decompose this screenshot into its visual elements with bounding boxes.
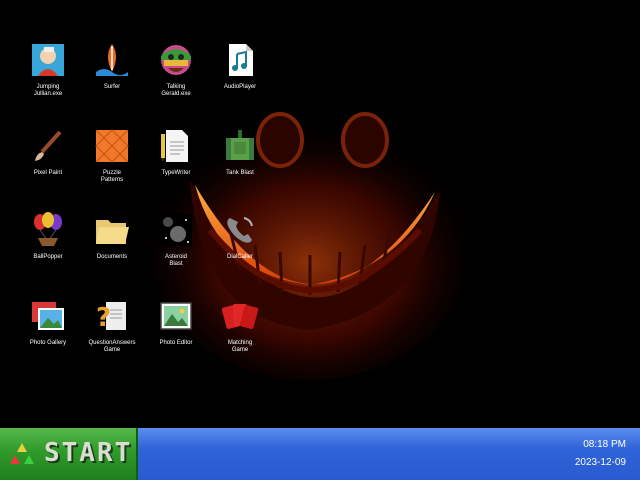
icon-label: QuestionAnswers Game <box>88 340 136 353</box>
start-logo-icon <box>10 443 34 464</box>
audio-player-icon <box>229 44 253 76</box>
icon-label: Puzzle Patterns <box>100 170 124 183</box>
photo-editor-icon <box>160 302 192 330</box>
desktop-icon-photo-gallery[interactable]: Photo Gallery <box>16 298 80 378</box>
photo-gallery-icon <box>32 302 64 330</box>
clock-time: 08:18 PM <box>583 439 626 450</box>
paintbrush-icon <box>35 130 62 161</box>
icon-label: Documents <box>96 254 128 260</box>
desktop-icon-ballpopper[interactable]: BallPopper <box>16 212 80 292</box>
tank-icon <box>226 130 254 160</box>
taskbar: START 08:18 PM 2023-12-09 <box>0 428 640 480</box>
talking-gerald-icon <box>161 45 191 75</box>
desktop-icon-questionanswers-game[interactable]: ? QuestionAnswers Game <box>80 298 144 378</box>
clock-date: 2023-12-09 <box>574 457 626 468</box>
question-game-icon: ? <box>96 302 126 333</box>
puzzle-patterns-icon <box>95 129 129 163</box>
icon-label: Talking Gerald.exe <box>161 84 191 97</box>
folder-icon <box>96 220 129 244</box>
icon-label: Matching Game <box>227 340 253 353</box>
start-button[interactable]: START <box>0 428 138 480</box>
icon-label: Pixel Paint <box>33 170 63 176</box>
icon-label: TypeWriter <box>161 170 191 176</box>
desktop-icon-talking-gerald[interactable]: Talking Gerald.exe <box>144 42 208 122</box>
desktop-icon-tank-blast[interactable]: Tank Blast <box>208 128 272 208</box>
icon-label: DialCaller <box>226 254 253 260</box>
desktop-icon-surfer[interactable]: Surfer <box>80 42 144 122</box>
desktop-icon-audio-player[interactable]: AudioPlayer <box>208 42 272 122</box>
desktop-icon-matching-game[interactable]: Matching Game <box>208 298 272 378</box>
icon-label: Photo Editor <box>159 340 193 346</box>
icon-label: Jumping Jullian.exe <box>33 84 63 97</box>
desktop-icon-photo-editor[interactable]: Photo Editor <box>144 298 208 378</box>
icon-label: Tank Blast <box>226 170 254 176</box>
icon-label: Asteroid Blast <box>164 254 187 267</box>
asteroid-icon <box>160 214 192 246</box>
desktop-icon-dialcaller[interactable]: DialCaller <box>208 212 272 292</box>
desktop: Jumping Jullian.exe Surfer Talking Geral… <box>0 0 640 428</box>
icon-label: Surfer <box>103 84 121 90</box>
surfer-icon <box>96 44 128 76</box>
phone-icon <box>227 217 253 243</box>
desktop-icon-documents[interactable]: Documents <box>80 212 144 292</box>
desktop-icon-pixel-paint[interactable]: Pixel Paint <box>16 128 80 208</box>
icon-label: Photo Gallery <box>29 340 67 346</box>
cards-icon <box>222 304 258 329</box>
system-clock[interactable]: 08:18 PM 2023-12-09 <box>575 436 626 472</box>
desktop-icon-typewriter[interactable]: TypeWriter <box>144 128 208 208</box>
desktop-icon-asteroid-blast[interactable]: Asteroid Blast <box>144 212 208 292</box>
start-label: START <box>44 438 133 468</box>
svg-text:?: ? <box>96 303 111 333</box>
desktop-icon-puzzle-patterns[interactable]: Puzzle Patterns <box>80 128 144 208</box>
jumping-julian-icon <box>32 44 64 76</box>
icon-label: AudioPlayer <box>223 84 257 90</box>
typewriter-icon <box>161 130 188 162</box>
balloons-icon <box>34 212 62 246</box>
icon-label: BallPopper <box>33 254 63 260</box>
desktop-icon-jumping-julian[interactable]: Jumping Jullian.exe <box>16 42 80 122</box>
